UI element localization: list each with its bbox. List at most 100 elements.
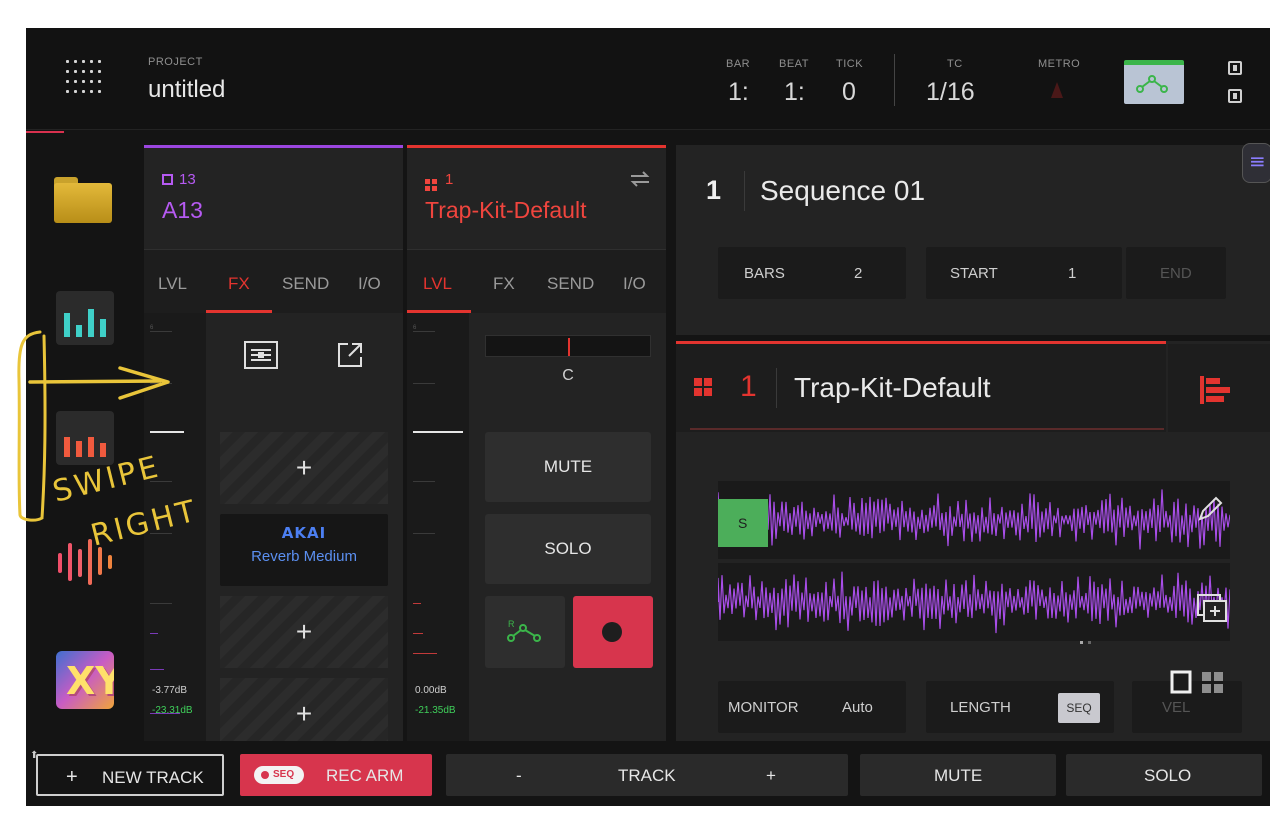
- waveform: [718, 571, 1230, 634]
- end-field[interactable]: END: [1126, 247, 1226, 299]
- view-mode-icon[interactable]: [1170, 670, 1226, 696]
- add-clip-icon[interactable]: [1196, 593, 1228, 623]
- bar-value[interactable]: 1:: [728, 78, 749, 107]
- tab-send[interactable]: SEND: [547, 274, 594, 294]
- add-fx-icon: +: [295, 698, 313, 729]
- add-fx-icon: +: [295, 616, 313, 647]
- track-name[interactable]: Trap-Kit-Default: [794, 372, 991, 404]
- start-marker[interactable]: S: [718, 499, 768, 547]
- level-db: 0.00dB: [415, 685, 447, 696]
- pan-slider[interactable]: [485, 335, 651, 357]
- track-select-control: - TRACK +: [446, 754, 848, 796]
- track-header: 1 Trap-Kit-Default: [676, 344, 1166, 432]
- side-menu-handle[interactable]: [1242, 143, 1270, 183]
- xy-fx-icon[interactable]: XY: [56, 651, 114, 709]
- bar-label: BAR: [726, 58, 751, 70]
- tab-io[interactable]: I/O: [358, 274, 381, 294]
- channel-name[interactable]: A13: [162, 197, 203, 224]
- monitor-field[interactable]: MONITOR Auto: [718, 681, 906, 733]
- track-next-button[interactable]: +: [766, 766, 776, 786]
- drum-grid-icon: [425, 179, 437, 191]
- plus-icon: +: [66, 766, 78, 788]
- add-fx-icon: +: [295, 452, 313, 483]
- track-record-arm-button[interactable]: [573, 596, 653, 668]
- browser-folder-icon[interactable]: [52, 173, 114, 235]
- sequence-number: 1: [706, 175, 722, 205]
- project-name[interactable]: untitled: [148, 76, 225, 104]
- waveform-path: [718, 571, 1230, 634]
- tab-lvl[interactable]: LVL: [158, 274, 187, 294]
- level-meter[interactable]: 6 0.00dB -21.35dB: [407, 313, 469, 741]
- mixer-icon[interactable]: [56, 291, 114, 345]
- page-dot: [1088, 641, 1091, 644]
- peak-db: -21.35dB: [415, 705, 456, 716]
- panel-color-bar: [407, 145, 666, 148]
- solo-button[interactable]: SOLO: [1066, 754, 1262, 796]
- fx-channel-panel: 13 A13 LVL FX SEND I/O 6 -3.77dB -23.31d…: [144, 145, 403, 741]
- seq-pill: SEQ: [254, 766, 304, 784]
- level-db: -3.77dB: [152, 685, 188, 696]
- drum-grid-icon: [694, 378, 712, 396]
- sequence-name[interactable]: Sequence 01: [760, 175, 925, 207]
- length-seq-button[interactable]: SEQ: [1058, 693, 1100, 723]
- rec-arm-button[interactable]: SEQ REC ARM: [240, 754, 432, 796]
- svg-text:R: R: [508, 619, 515, 629]
- left-nav: XY: [26, 131, 138, 741]
- new-track-button[interactable]: + NEW TRACK: [36, 754, 224, 796]
- fx-plugin-reverb-medium[interactable]: AKAI Reverb Medium: [220, 514, 388, 586]
- mute-button[interactable]: MUTE: [860, 754, 1056, 796]
- square-icon: [162, 174, 173, 185]
- length-field[interactable]: LENGTH SEQ: [926, 681, 1114, 733]
- track-options-button[interactable]: [1168, 344, 1270, 432]
- tick-value[interactable]: 0: [842, 78, 856, 107]
- solo-button[interactable]: SOLO: [485, 514, 651, 584]
- tc-value[interactable]: 1/16: [926, 78, 975, 107]
- tab-send[interactable]: SEND: [282, 274, 329, 294]
- nav-accent-line: [26, 131, 64, 133]
- open-external-icon[interactable]: [336, 341, 364, 369]
- fx-slot-4[interactable]: +: [220, 678, 388, 741]
- header-divider: [894, 54, 895, 106]
- record-settings-icon[interactable]: [1228, 89, 1242, 103]
- tab-fx[interactable]: FX: [228, 274, 250, 294]
- automation-button[interactable]: [1124, 60, 1184, 104]
- metro-label: METRO: [1038, 58, 1081, 70]
- track-list-icon: [1200, 376, 1230, 404]
- fx-toolbar: [206, 313, 403, 399]
- peak-db: -23.31dB: [152, 705, 193, 716]
- track-tabs: LVL FX SEND I/O: [407, 249, 666, 313]
- tab-fx[interactable]: FX: [493, 274, 515, 294]
- beat-label: BEAT: [779, 58, 809, 70]
- waveform-lane-2[interactable]: [718, 563, 1230, 641]
- pencil-icon[interactable]: [1196, 493, 1226, 523]
- track-automation-button[interactable]: R: [485, 596, 565, 668]
- divider: [776, 368, 777, 408]
- tab-lvl[interactable]: LVL: [423, 274, 452, 294]
- channel-mixer-icon[interactable]: [56, 411, 114, 465]
- panel-color-bar: [144, 145, 403, 148]
- automation-icon: [1136, 75, 1168, 93]
- akai-logo: AKAI: [281, 524, 327, 542]
- fx-settings-icon[interactable]: [244, 341, 278, 369]
- track-channel-panel: 1 Trap-Kit-Default LVL FX SEND I/O 6 0.0…: [407, 145, 666, 741]
- main-menu-grid-icon[interactable]: [66, 60, 101, 96]
- beat-value[interactable]: 1:: [784, 78, 805, 107]
- header-bar: PROJECT untitled BAR BEAT TICK 1: 1: 0 T…: [26, 28, 1270, 130]
- window-toggle-icon[interactable]: [1228, 61, 1242, 75]
- channel-tabs: LVL FX SEND I/O: [144, 249, 403, 313]
- mute-button[interactable]: MUTE: [485, 432, 651, 502]
- waveform-lane-1[interactable]: S: [718, 481, 1230, 559]
- swap-icon[interactable]: [629, 169, 651, 189]
- fx-slot-1[interactable]: +: [220, 432, 388, 504]
- tab-io[interactable]: I/O: [623, 274, 646, 294]
- metronome-icon[interactable]: [1051, 82, 1063, 98]
- bars-field[interactable]: BARS 2: [718, 247, 906, 299]
- start-field[interactable]: START 1: [926, 247, 1122, 299]
- track-prev-button[interactable]: -: [516, 766, 522, 786]
- fx-slot-3[interactable]: +: [220, 596, 388, 668]
- track-id: 1: [425, 171, 453, 191]
- track-label: TRACK: [618, 766, 676, 785]
- track-name[interactable]: Trap-Kit-Default: [425, 197, 586, 224]
- track-number: 1: [740, 370, 757, 403]
- waveform: [718, 489, 1230, 550]
